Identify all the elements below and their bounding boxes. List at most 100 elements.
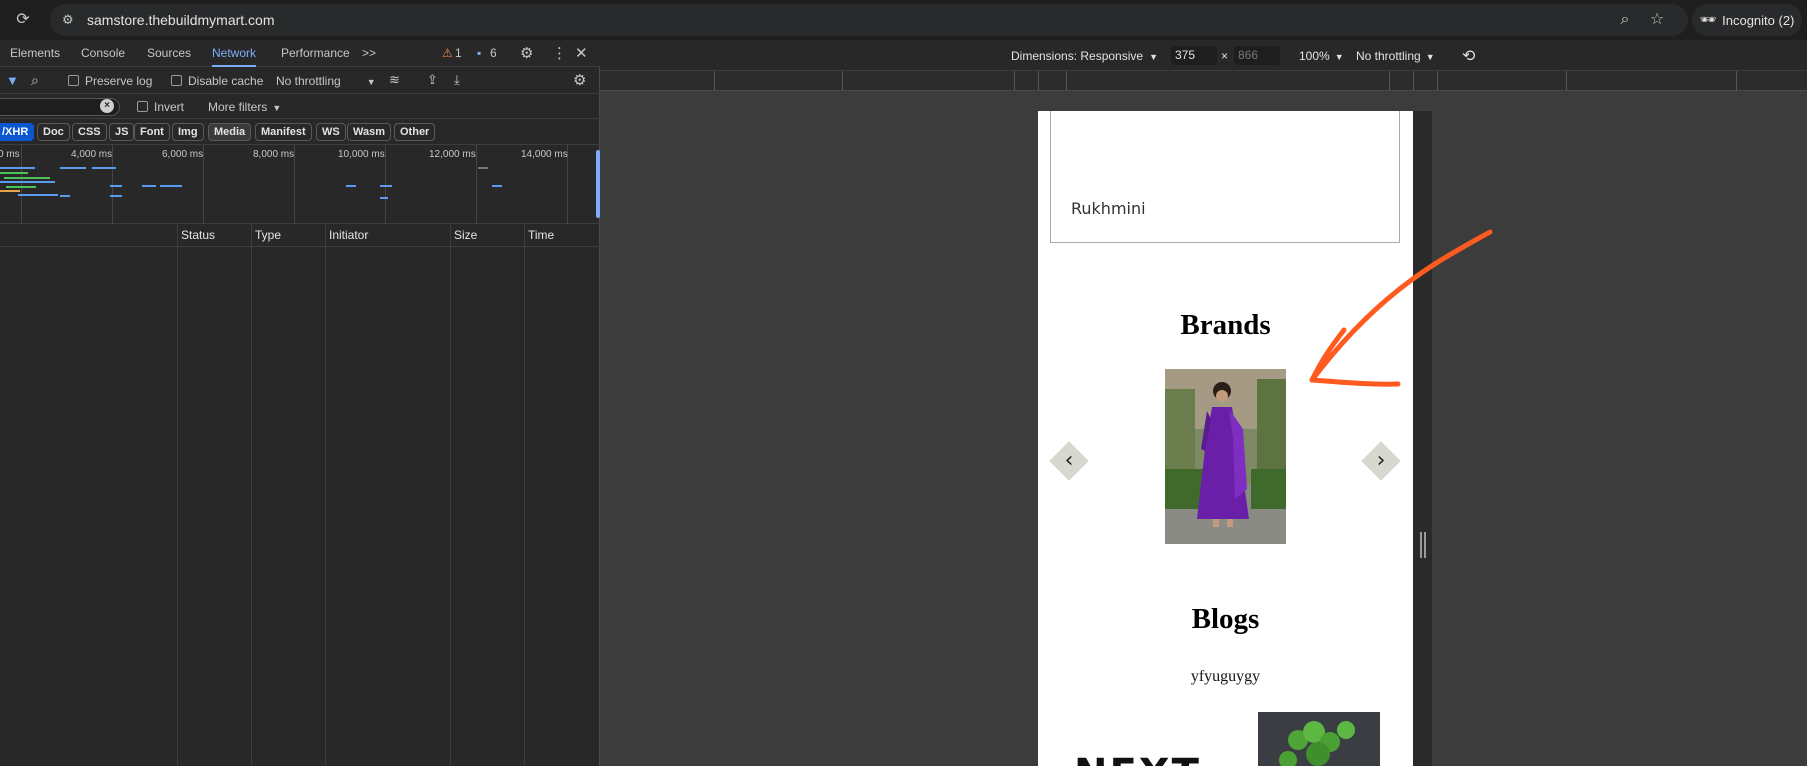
waterfall-bar <box>0 172 28 174</box>
media-query-ruler[interactable] <box>600 71 1807 91</box>
tab-elements[interactable]: Elements <box>10 40 60 67</box>
waterfall-bar <box>110 185 122 187</box>
waterfall-bar <box>142 185 156 187</box>
zoom-select[interactable]: 100% ▼ <box>1299 49 1344 63</box>
network-settings-icon[interactable]: ⚙ <box>573 71 586 89</box>
device-toolbar: Dimensions: Responsive ▼ 375 × 866 100% ▼ … <box>600 40 1807 71</box>
incognito-button[interactable]: 🕶 Incognito (2) <box>1692 4 1802 36</box>
network-conditions-icon[interactable]: ≋ <box>389 72 400 88</box>
more-filters-dropdown[interactable]: More filters ▼ <box>208 100 281 114</box>
ruler-segment <box>714 71 715 91</box>
import-har-icon[interactable]: ⇪ <box>427 72 438 88</box>
waterfall-bar <box>492 185 502 187</box>
tick-label: 10,000 ms <box>338 149 385 160</box>
throttling-select[interactable]: No throttling ▼ <box>276 74 376 88</box>
chip-js[interactable]: JS <box>109 123 135 141</box>
bookmark-star-icon[interactable]: ☆ <box>1648 11 1666 29</box>
card-name: Rukhmini <box>1071 199 1146 218</box>
blogs-heading: Blogs <box>1191 603 1260 635</box>
more-tabs-icon[interactable]: >> <box>362 45 376 62</box>
ruler-segment <box>1066 71 1067 91</box>
chip-media[interactable]: Media <box>208 123 252 141</box>
timeline-selection-handle[interactable] <box>596 150 600 218</box>
card-top-text: tttttt <box>1051 111 1401 114</box>
tick-label: 8,000 ms <box>253 149 295 160</box>
message-count[interactable]: 6 <box>490 45 497 62</box>
waterfall-bar <box>4 177 50 179</box>
column-initiator[interactable]: Initiator <box>329 228 368 242</box>
blog-title-next[interactable]: NEXT <box>1074 751 1201 766</box>
column-status[interactable]: Status <box>181 228 215 242</box>
tick-line <box>476 145 477 224</box>
brand-image[interactable] <box>1165 369 1286 544</box>
ruler-segment <box>1389 71 1390 91</box>
waterfall-bar <box>60 195 70 197</box>
settings-gear-icon[interactable]: ⚙ <box>520 45 533 62</box>
tick-line <box>294 145 295 224</box>
tab-console[interactable]: Console <box>81 40 125 67</box>
warning-count[interactable]: 1 <box>455 45 462 62</box>
filter-icon[interactable]: ▼ <box>6 73 19 88</box>
brand-photo <box>1165 369 1286 544</box>
height-input[interactable]: 866 <box>1234 46 1280 65</box>
tick-label: 12,000 ms <box>429 149 476 160</box>
tick-line <box>21 145 22 224</box>
tab-network[interactable]: Network <box>212 40 257 67</box>
column-divider <box>325 224 326 766</box>
chevron-left-icon[interactable]: ‹ <box>1055 445 1083 477</box>
tick-label: 0 ms <box>0 149 20 160</box>
chip-doc[interactable]: Doc <box>37 123 70 141</box>
browser-toolbar: ⟳ ⚙ samstore.thebuildmymart.com ⌕ ☆ 🕶 In… <box>0 0 1807 40</box>
chip-img[interactable]: Img <box>172 123 204 141</box>
ruler-segment <box>1038 71 1039 91</box>
column-type[interactable]: Type <box>255 228 281 242</box>
network-toolbar: ▼ ⌕ Preserve log Disable cache No thrott… <box>0 67 600 94</box>
column-size[interactable]: Size <box>454 228 477 242</box>
chip-font[interactable]: Font <box>134 123 170 141</box>
tab-performance[interactable]: Performance <box>281 40 350 67</box>
requests-table-header: Status Type Initiator Size Time <box>0 224 600 247</box>
blog-image[interactable] <box>1258 712 1380 766</box>
message-icon[interactable]: ▪ <box>477 45 481 62</box>
zoom-icon[interactable]: ⌕ <box>1616 11 1634 29</box>
blog-photo <box>1258 712 1380 766</box>
tab-sources[interactable]: Sources <box>147 40 191 67</box>
chip-wasm[interactable]: Wasm <box>347 123 391 141</box>
chevron-right-icon[interactable]: › <box>1367 445 1395 477</box>
chip-xhr[interactable]: /XHR <box>0 123 35 141</box>
waterfall-bar <box>18 194 58 196</box>
column-time[interactable]: Time <box>528 228 554 242</box>
invert-checkbox[interactable]: Invert <box>137 100 184 114</box>
close-icon[interactable]: ✕ <box>575 45 588 62</box>
reload-icon[interactable]: ⟳ <box>12 9 34 31</box>
clear-filter-icon[interactable]: × <box>100 99 114 113</box>
waterfall-bar <box>0 190 20 192</box>
waterfall-bar <box>380 185 392 187</box>
network-overview-timeline[interactable]: 0 ms 4,000 ms 6,000 ms 8,000 ms 10,000 m… <box>0 145 600 224</box>
search-icon[interactable]: ⌕ <box>31 72 39 89</box>
dimensions-select[interactable]: Dimensions: Responsive ▼ <box>1011 49 1158 63</box>
chip-manifest[interactable]: Manifest <box>255 123 312 141</box>
chip-other[interactable]: Other <box>394 123 436 141</box>
tick-label: 4,000 ms <box>71 149 113 160</box>
disable-cache-checkbox[interactable]: Disable cache <box>171 74 263 88</box>
preserve-log-checkbox[interactable]: Preserve log <box>68 74 152 88</box>
warning-icon[interactable]: ⚠ <box>442 45 453 62</box>
site-info-icon[interactable]: ⚙ <box>62 12 78 28</box>
rotate-icon[interactable]: ⟲ <box>1462 46 1475 66</box>
more-options-icon[interactable]: ⋮ <box>552 45 567 62</box>
width-input[interactable]: 375 <box>1171 46 1217 65</box>
incognito-label: Incognito (2) <box>1722 12 1795 28</box>
viewport-resize-gutter <box>1413 111 1432 766</box>
waterfall-bar <box>380 197 388 199</box>
address-bar[interactable]: ⚙ samstore.thebuildmymart.com ⌕ ☆ <box>50 4 1688 36</box>
mobile-viewport[interactable]: tttttt Rukhmini Brands ‹ › Blogs yfyuguy… <box>1038 111 1413 766</box>
chip-css[interactable]: CSS <box>72 123 107 141</box>
waterfall-bar <box>0 167 35 169</box>
filter-toolbar: × Invert More filters ▼ <box>0 94 600 119</box>
export-har-icon[interactable]: ⤓ <box>454 72 460 88</box>
url-text[interactable]: samstore.thebuildmymart.com <box>87 12 275 28</box>
viewport-resize-handle[interactable] <box>1420 532 1426 558</box>
chip-ws[interactable]: WS <box>316 123 346 141</box>
emulation-throttling-select[interactable]: No throttling ▼ <box>1356 49 1435 63</box>
